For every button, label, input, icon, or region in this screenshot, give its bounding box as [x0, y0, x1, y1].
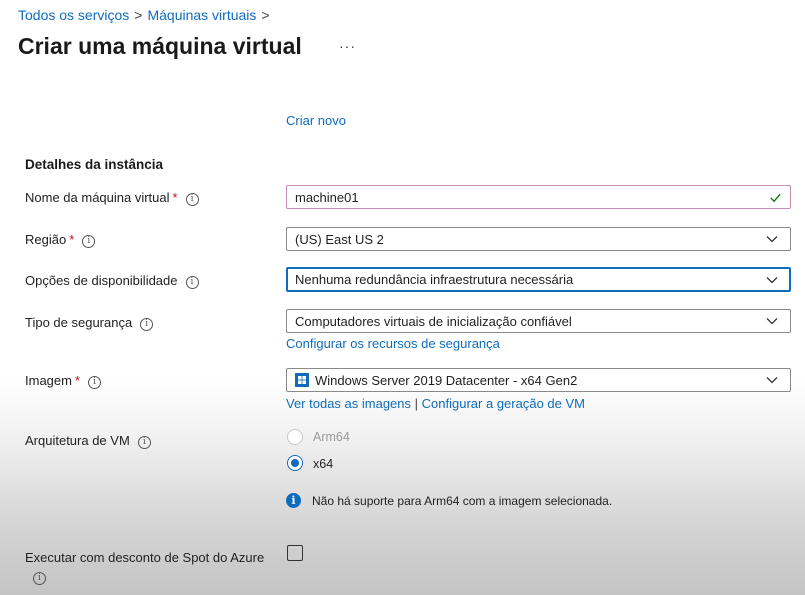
breadcrumb-all-services[interactable]: Todos os serviços: [18, 7, 129, 23]
required-marker: *: [69, 232, 75, 247]
image-links: Ver todas as imagens | Configurar a gera…: [286, 396, 585, 411]
info-icon[interactable]: i: [82, 235, 96, 248]
image-label-text: Imagem: [25, 373, 72, 388]
configure-vm-generation-link[interactable]: Configurar a geração de VM: [422, 396, 585, 411]
breadcrumb: Todos os serviços > Máquinas virtuais >: [18, 7, 275, 23]
vm-architecture-label: Arquitetura de VM i: [25, 433, 151, 449]
chevron-down-icon: [766, 276, 778, 283]
link-separator: |: [414, 396, 419, 411]
region-value: (US) East US 2: [295, 231, 384, 247]
security-type-label: Tipo de segurança i: [25, 315, 154, 331]
spot-info-wrap: i: [25, 568, 46, 586]
vm-architecture-label-text: Arquitetura de VM: [25, 433, 130, 448]
arm64-radio-label: Arm64: [313, 430, 350, 444]
availability-label: Opções de disponibilidade i: [25, 273, 199, 289]
configure-security-link[interactable]: Configurar os recursos de segurança: [286, 336, 500, 351]
breadcrumb-separator: >: [134, 7, 143, 23]
arm64-support-message: Não há suporte para Arm64 com a imagem s…: [312, 494, 613, 508]
info-icon[interactable]: i: [137, 436, 151, 449]
x64-radio[interactable]: [287, 455, 303, 471]
spot-discount-checkbox[interactable]: [287, 545, 303, 561]
image-label: Imagem * i: [25, 373, 102, 389]
section-title: Detalhes da instância: [25, 157, 164, 172]
create-new-link[interactable]: Criar novo: [286, 113, 346, 128]
breadcrumb-virtual-machines[interactable]: Máquinas virtuais: [147, 7, 256, 23]
vm-name-input[interactable]: machine01: [286, 185, 791, 209]
chevron-down-icon: [766, 318, 778, 325]
security-type-value: Computadores virtuais de inicialização c…: [295, 313, 572, 329]
image-value: Windows Server 2019 Datacenter - x64 Gen…: [315, 372, 578, 388]
info-icon[interactable]: i: [140, 318, 154, 331]
x64-radio-label: x64: [313, 457, 334, 471]
image-select[interactable]: Windows Server 2019 Datacenter - x64 Gen…: [286, 368, 791, 392]
page-title: Criar uma máquina virtual: [18, 33, 302, 59]
availability-select[interactable]: Nenhuma redundância infraestrutura neces…: [286, 267, 791, 292]
more-options-button[interactable]: ···: [339, 38, 356, 54]
region-select[interactable]: (US) East US 2: [286, 227, 791, 251]
breadcrumb-separator: >: [261, 7, 270, 23]
availability-label-text: Opções de disponibilidade: [25, 273, 178, 288]
security-type-label-text: Tipo de segurança: [25, 315, 133, 330]
spot-discount-label: Executar com desconto de Spot do Azure: [25, 550, 264, 565]
security-type-select[interactable]: Computadores virtuais de inicialização c…: [286, 309, 791, 333]
check-icon: [770, 193, 781, 202]
vm-name-value: machine01: [295, 189, 359, 205]
vm-name-label: Nome da máquina virtual * i: [25, 190, 199, 206]
info-icon[interactable]: i: [185, 276, 199, 289]
info-icon[interactable]: i: [88, 376, 102, 389]
see-all-images-link[interactable]: Ver todas as imagens: [286, 396, 411, 411]
region-label: Região * i: [25, 232, 96, 248]
vm-name-label-text: Nome da máquina virtual: [25, 190, 170, 205]
required-marker: *: [172, 190, 178, 205]
spot-discount-label-text: Executar com desconto de Spot do Azure: [25, 550, 265, 565]
region-label-text: Região: [25, 232, 67, 247]
info-icon[interactable]: i: [185, 193, 199, 206]
chevron-down-icon: [766, 236, 778, 243]
required-marker: *: [74, 373, 81, 388]
windows-logo-icon: [295, 373, 309, 387]
availability-value: Nenhuma redundância infraestrutura neces…: [295, 272, 574, 287]
chevron-down-icon: [766, 377, 778, 384]
info-filled-icon: i: [286, 493, 301, 508]
arm64-radio[interactable]: [287, 429, 303, 445]
info-icon[interactable]: i: [33, 572, 46, 585]
